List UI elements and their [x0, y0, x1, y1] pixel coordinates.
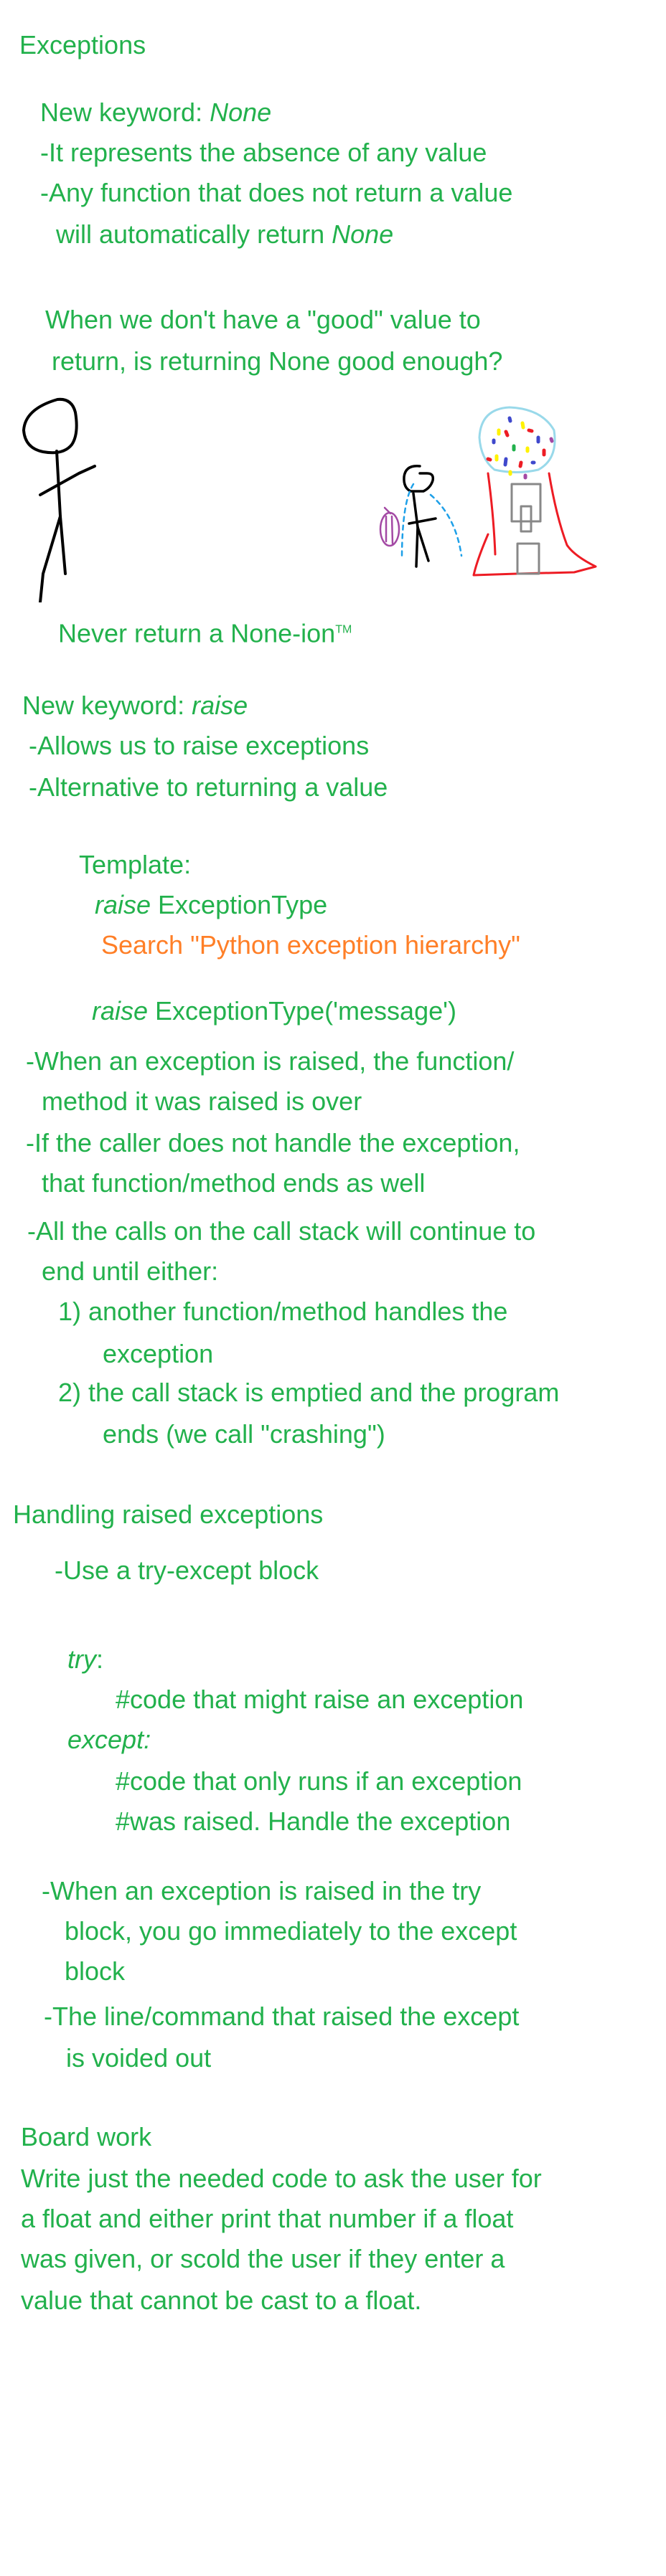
tall-stick-figure: [22, 397, 96, 602]
code-comment: #code that might raise an exception: [116, 1685, 524, 1714]
bullet-cont: is voided out: [66, 2043, 212, 2073]
keyword: try: [67, 1644, 96, 1674]
bullet: -If the caller does not handle the excep…: [26, 1128, 520, 1157]
board-work-text: a float and either print that number if …: [21, 2204, 514, 2233]
option-cont: exception: [103, 1339, 214, 1368]
code-comment: #was raised. Handle the exception: [116, 1806, 511, 1836]
new-keyword-raise: New keyword: raise: [22, 690, 248, 721]
keyword: raise: [92, 996, 149, 1026]
code-try: try:: [67, 1644, 103, 1675]
keyword: raise: [192, 691, 248, 720]
search-hint: Search "Python exception hierarchy": [101, 930, 520, 960]
section-title-exceptions: Exceptions: [19, 30, 146, 60]
text: will automatically return: [56, 219, 332, 249]
keyword: None: [210, 98, 272, 127]
stick-figure-drawing: [22, 397, 597, 602]
section-title-board-work: Board work: [21, 2122, 152, 2151]
bullet: -Use a try-except block: [55, 1555, 319, 1585]
label: New keyword:: [22, 691, 192, 720]
new-keyword-none: New keyword: None: [40, 97, 271, 128]
question: return, is returning None good enough?: [52, 346, 503, 376]
joke-line: Never return a None-ionTM: [58, 615, 352, 650]
text: Never return a None-ion: [58, 618, 336, 648]
bullet: -All the calls on the call stack will co…: [27, 1216, 536, 1246]
option: 2) the call stack is emptied and the pro…: [58, 1378, 560, 1407]
bullet: -Allows us to raise exceptions: [29, 731, 370, 760]
bullet: -Any function that does not return a val…: [40, 178, 513, 207]
text: ExceptionType: [151, 890, 328, 919]
template-line: raise ExceptionType: [95, 889, 327, 921]
question: When we don't have a "good" value to: [45, 305, 481, 334]
purple-bag-icon: [379, 506, 400, 547]
board-work-text: was given, or scold the user if they ent…: [21, 2244, 505, 2273]
code-except: except:: [67, 1725, 151, 1754]
bullet-cont: that function/method ends as well: [42, 1168, 426, 1198]
bullet-cont: block: [65, 1956, 126, 1986]
gumball-machine: [472, 406, 597, 577]
bullet-cont: will automatically return None: [56, 219, 393, 250]
board-work-text: Write just the needed code to ask the us…: [21, 2164, 542, 2193]
option-cont: ends (we call "crashing"): [103, 1419, 385, 1449]
trademark-mark: TM: [335, 623, 352, 636]
bullet: -The line/command that raised the except: [44, 2002, 520, 2031]
bullet: -When an exception is raised in the try: [42, 1876, 482, 1905]
bullet: -Alternative to returning a value: [29, 772, 388, 802]
template-line: raise ExceptionType('message'): [92, 995, 456, 1027]
option: 1) another function/method handles the: [58, 1297, 508, 1326]
bullet-cont: end until either:: [42, 1256, 219, 1286]
label: New keyword:: [40, 98, 210, 127]
bullet-cont: block, you go immediately to the except: [65, 1916, 517, 1946]
text: ExceptionType('message'): [148, 996, 456, 1026]
template-label: Template:: [79, 850, 192, 879]
keyword: raise: [95, 890, 151, 919]
section-title-handling: Handling raised exceptions: [13, 1500, 324, 1529]
bullet: -It represents the absence of any value: [40, 138, 487, 167]
keyword: None: [332, 219, 394, 249]
code-comment: #code that only runs if an exception: [116, 1766, 522, 1796]
tears-icon: [400, 483, 463, 561]
colon: :: [96, 1644, 104, 1674]
bullet-cont: method it was raised is over: [42, 1086, 362, 1116]
bullet: -When an exception is raised, the functi…: [26, 1046, 515, 1076]
crying-stick-figure: [403, 465, 437, 568]
board-work-text: value that cannot be cast to a float.: [21, 2286, 422, 2315]
